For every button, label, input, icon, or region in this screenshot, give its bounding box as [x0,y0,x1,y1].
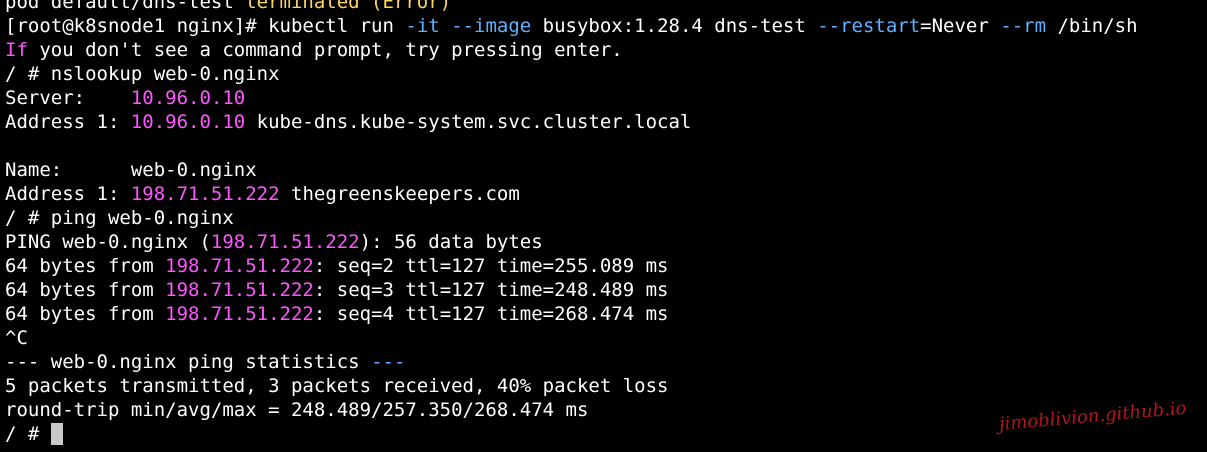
name-label: Name: [5,159,131,181]
terminal-line-ping-reply: 64 bytes from 198.71.51.222: seq=4 ttl=1… [5,302,1205,326]
terminal-line-ping-header: PING web-0.nginx (198.71.51.222): 56 dat… [5,230,1205,254]
terminal-line-interrupt: ^C [5,327,28,349]
server-label: Server: [5,87,131,109]
arg-restart: =Never [920,15,1001,37]
ping-reply-prefix: 64 bytes from [5,303,166,325]
ping-reply-stats: : seq=2 ttl=127 time=255.089 ms [313,255,669,277]
arg-image: busybox:1.28.4 dns-test [531,15,818,37]
stats-dash-end: --- [371,351,406,373]
terminal-line-ping-reply: 64 bytes from 198.71.51.222: seq=3 ttl=1… [5,278,1205,302]
terminated-keyword: terminated [245,0,360,13]
resolved-ip: 198.71.51.222 [130,183,280,205]
terminal-line-name: Name: web-0.nginx [5,158,1205,182]
flag-it: -it [405,15,440,37]
if-keyword: If [5,39,28,61]
terminal-line-ping-reply: 64 bytes from 198.71.51.222: seq=2 ttl=1… [5,254,1205,278]
flag-rm: --rm [1000,15,1047,37]
stats-title: web-0.nginx ping statistics [39,351,372,373]
terminal-line-hint: If you don't see a command prompt, try p… [5,38,1205,62]
ping-reply-ip: 198.71.51.222 [165,255,314,277]
terminal-line-packet-summary: 5 packets transmitted, 3 packets receive… [5,375,669,397]
arg-shell: /bin/sh [1046,15,1138,37]
server-address-ip: 10.96.0.10 [130,111,246,133]
ping-reply-stats: : seq=3 ttl=127 time=248.489 ms [313,279,669,301]
terminal-line-ping-command: / # ping web-0.nginx [5,207,234,229]
shell-prompt: / # [5,423,51,445]
server-ip: 10.96.0.10 [130,87,246,109]
terminal-cursor[interactable] [50,423,63,445]
server-hostname: kube-dns.kube-system.svc.cluster.local [245,111,692,133]
ping-header-suffix: ): 56 data bytes [359,231,543,253]
address-label: Address 1: [5,183,131,205]
ping-reply-ip: 198.71.51.222 [165,303,314,325]
terminal-output[interactable]: pod default/dns-test terminated (Error) … [5,0,1205,446]
terminal-line-statistics-header: --- web-0.nginx ping statistics --- [5,350,1205,374]
ping-header-prefix: PING web-0.nginx ( [5,231,211,253]
terminal-line-nslookup: / # nslookup web-0.nginx [5,63,280,85]
pod-status-text: pod default/dns-test [5,0,246,13]
address-label: Address 1: [5,111,131,133]
flag-restart: --restart [817,15,921,37]
ping-reply-ip: 198.71.51.222 [165,279,314,301]
terminal-line-pod-terminated: pod default/dns-test terminated (Error) [5,0,1205,14]
ping-header-ip: 198.71.51.222 [210,231,360,253]
shell-prompt-command: [root@k8snode1 nginx]# kubectl run [5,15,406,37]
error-status: (Error) [359,0,452,13]
terminal-line-resolved-address: Address 1: 198.71.51.222 thegreenskeeper… [5,182,1205,206]
resolved-hostname: thegreenskeepers.com [279,183,520,205]
name-value: web-0.nginx [130,159,257,181]
terminal-line-server-address: Address 1: 10.96.0.10 kube-dns.kube-syst… [5,110,1205,134]
ping-reply-stats: : seq=4 ttl=127 time=268.474 ms [313,303,669,325]
hint-text: you don't see a command prompt, try pres… [27,39,623,61]
terminal-line-command: [root@k8snode1 nginx]# kubectl run -it -… [5,14,1205,38]
ping-reply-prefix: 64 bytes from [5,279,166,301]
terminal-line-server: Server: 10.96.0.10 [5,86,1205,110]
flag-image: --image [451,15,532,37]
ping-reply-prefix: 64 bytes from [5,255,166,277]
stats-dash-start: --- [5,351,40,373]
